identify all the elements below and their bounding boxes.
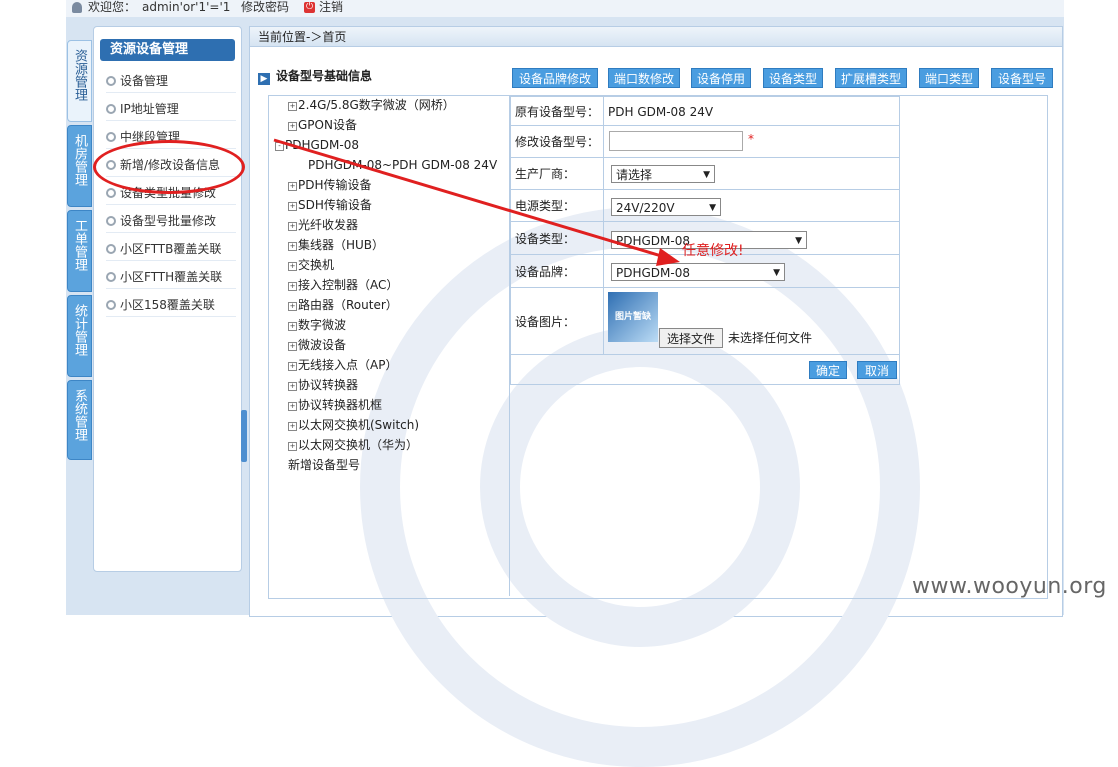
watermark-text: www.wooyun.org [912,574,1107,599]
arrow-head [656,248,680,266]
arrow-line [273,138,669,260]
annotation-arrow [273,138,680,266]
annotation-note: 任意修改! [682,243,744,259]
